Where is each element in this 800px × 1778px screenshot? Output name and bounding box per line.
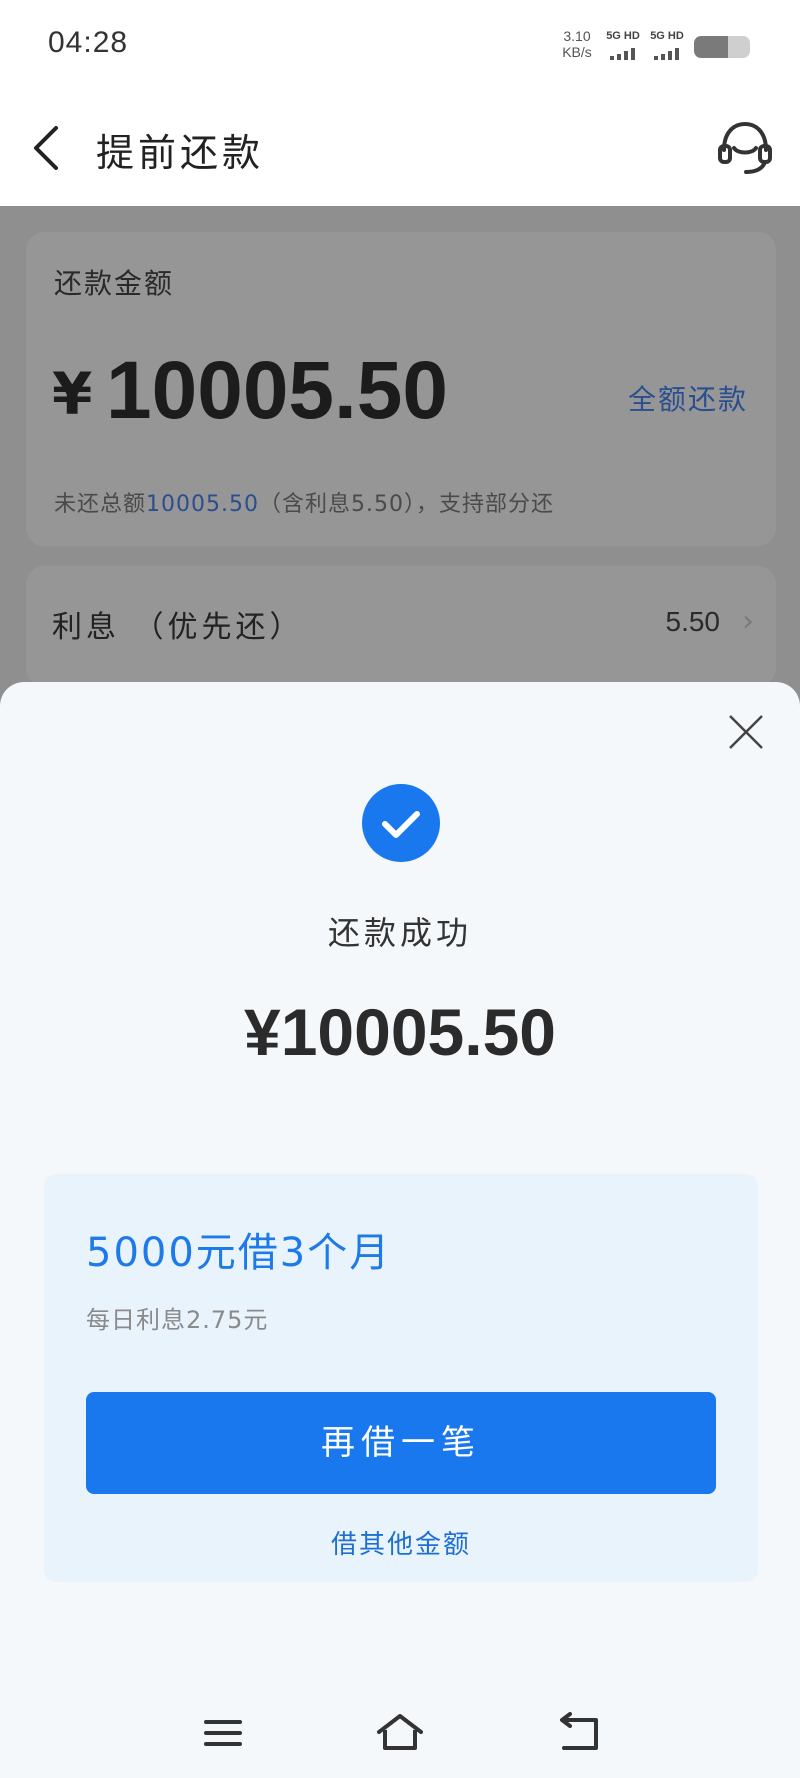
- interest-value: 5.50: [665, 606, 721, 637]
- interest-label: 利息 （优先还）: [52, 610, 304, 645]
- promo-title: 5000元借3个月: [86, 1230, 392, 1276]
- sim1-signal: 5G HD: [602, 30, 644, 64]
- borrow-again-button[interactable]: 再借一笔: [86, 1392, 716, 1494]
- full-repay-link[interactable]: 全额还款: [628, 378, 748, 418]
- repay-amount-label: 还款金额: [54, 267, 175, 300]
- borrow-other-amount-link[interactable]: 借其他金额: [44, 1524, 758, 1561]
- success-bottom-sheet: 还款成功 ¥10005.50 5000元借3个月 每日利息2.75元 再借一笔 …: [0, 682, 800, 1778]
- return-icon: [560, 1712, 598, 1750]
- outstanding-amount: 10005.50: [146, 492, 259, 517]
- header: 提前还款: [0, 92, 800, 206]
- check-circle-icon: [362, 784, 440, 862]
- customer-service-button[interactable]: [714, 116, 776, 178]
- outstanding-prefix: 未还总额: [54, 492, 147, 517]
- outstanding-suffix: （含利息5.50），支持部分还: [259, 492, 554, 517]
- sim2-signal: 5G HD: [646, 30, 688, 64]
- sim2-label: 5G HD: [650, 30, 684, 42]
- page-title: 提前还款: [96, 131, 265, 175]
- return-button[interactable]: [554, 1710, 604, 1756]
- battery-level: [694, 36, 728, 58]
- chevron-left-icon: [34, 126, 58, 170]
- signal-bars-icon: [610, 48, 640, 60]
- network-speed-value: 3.10: [563, 28, 591, 44]
- repay-amount-input[interactable]: 10005.50: [106, 344, 448, 438]
- signal-bars-icon: [654, 48, 684, 60]
- home-icon: [377, 1714, 423, 1750]
- network-speed: 3.10 KB/s: [556, 28, 598, 60]
- menu-icon: [204, 1720, 242, 1746]
- customer-service-headset-icon: [718, 121, 772, 174]
- status-bar: 04:28 3.10 KB/s 5G HD 5G HD: [0, 0, 800, 92]
- back-button[interactable]: [26, 120, 70, 176]
- home-button[interactable]: [375, 1710, 425, 1756]
- promo-subtitle: 每日利息2.75元: [86, 1306, 269, 1334]
- outstanding-info: 未还总额10005.50（含利息5.50），支持部分还: [54, 486, 554, 518]
- repay-amount-card: 还款金额 ¥ 10005.50 全额还款 未还总额10005.50（含利息5.5…: [26, 232, 776, 546]
- chevron-right-icon: ›: [742, 604, 754, 639]
- sim1-label: 5G HD: [606, 30, 640, 42]
- menu-button[interactable]: [198, 1710, 248, 1756]
- currency-symbol: ¥: [52, 360, 93, 428]
- paid-amount: ¥10005.50: [244, 995, 556, 1069]
- status-time: 04:28: [48, 26, 129, 59]
- close-icon: [729, 715, 763, 749]
- system-nav-bar: [0, 1690, 800, 1778]
- loan-promo-card: 5000元借3个月 每日利息2.75元 再借一笔 借其他金额: [44, 1174, 758, 1582]
- success-message: 还款成功: [327, 914, 472, 952]
- close-button[interactable]: [726, 712, 766, 752]
- interest-row[interactable]: 利息 （优先还） 5.50 ›: [26, 566, 776, 686]
- battery-icon: [694, 36, 750, 58]
- network-speed-unit: KB/s: [562, 44, 592, 60]
